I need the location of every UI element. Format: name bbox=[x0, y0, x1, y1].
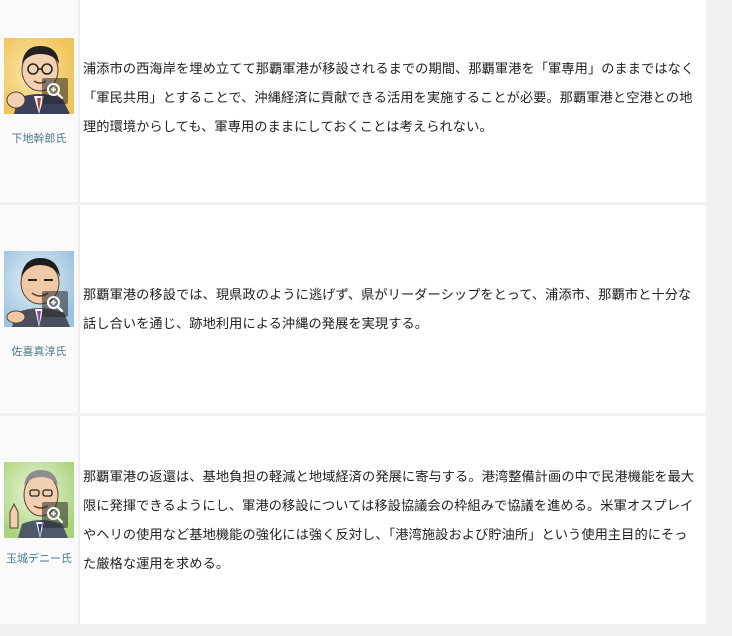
avatar[interactable] bbox=[4, 38, 74, 114]
comment-area: 浦添市の西海岸を埋め立てて那覇軍港が移設されるまでの期間、那覇軍港を「軍専用」の… bbox=[80, 0, 706, 202]
zoom-in-icon[interactable] bbox=[42, 502, 68, 528]
candidate-name: 佐喜真淳氏 bbox=[11, 345, 67, 358]
avatar[interactable] bbox=[4, 251, 74, 327]
candidate-row: 玉城デニー氏 那覇軍港の返還は、基地負担の軽減と地域経済の発展に寄与する。港湾整… bbox=[0, 416, 706, 624]
candidate-profile: 佐喜真淳氏 bbox=[0, 205, 80, 413]
comment-area: 那覇軍港の返還は、基地負担の軽減と地域経済の発展に寄与する。港湾整備計画の中で民… bbox=[80, 416, 706, 624]
candidate-comment: 那覇軍港の返還は、基地負担の軽減と地域経済の発展に寄与する。港湾整備計画の中で民… bbox=[83, 470, 695, 572]
avatar[interactable] bbox=[4, 462, 74, 538]
zoom-in-icon[interactable] bbox=[42, 78, 68, 104]
comment-area: 那覇軍港の移設では、現県政のように逃げず、県がリーダーシップをとって、浦添市、那… bbox=[80, 205, 706, 413]
candidate-comments-page: 下地幹郎氏 浦添市の西海岸を埋め立てて那覇軍港が移設されるまでの期間、那覇軍港を… bbox=[0, 0, 732, 636]
candidate-comment: 那覇軍港の移設では、現県政のように逃げず、県がリーダーシップをとって、浦添市、那… bbox=[83, 288, 692, 332]
candidate-row: 下地幹郎氏 浦添市の西海岸を埋め立てて那覇軍港が移設されるまでの期間、那覇軍港を… bbox=[0, 0, 706, 202]
candidate-name: 玉城デニー氏 bbox=[6, 552, 72, 565]
zoom-in-icon[interactable] bbox=[42, 291, 68, 317]
candidate-profile: 玉城デニー氏 bbox=[0, 416, 80, 624]
candidate-comment: 浦添市の西海岸を埋め立てて那覇軍港が移設されるまでの期間、那覇軍港を「軍専用」の… bbox=[83, 62, 695, 135]
candidate-profile: 下地幹郎氏 bbox=[0, 0, 80, 202]
candidate-row: 佐喜真淳氏 那覇軍港の移設では、現県政のように逃げず、県がリーダーシップをとって… bbox=[0, 205, 706, 413]
candidate-name: 下地幹郎氏 bbox=[11, 132, 67, 145]
